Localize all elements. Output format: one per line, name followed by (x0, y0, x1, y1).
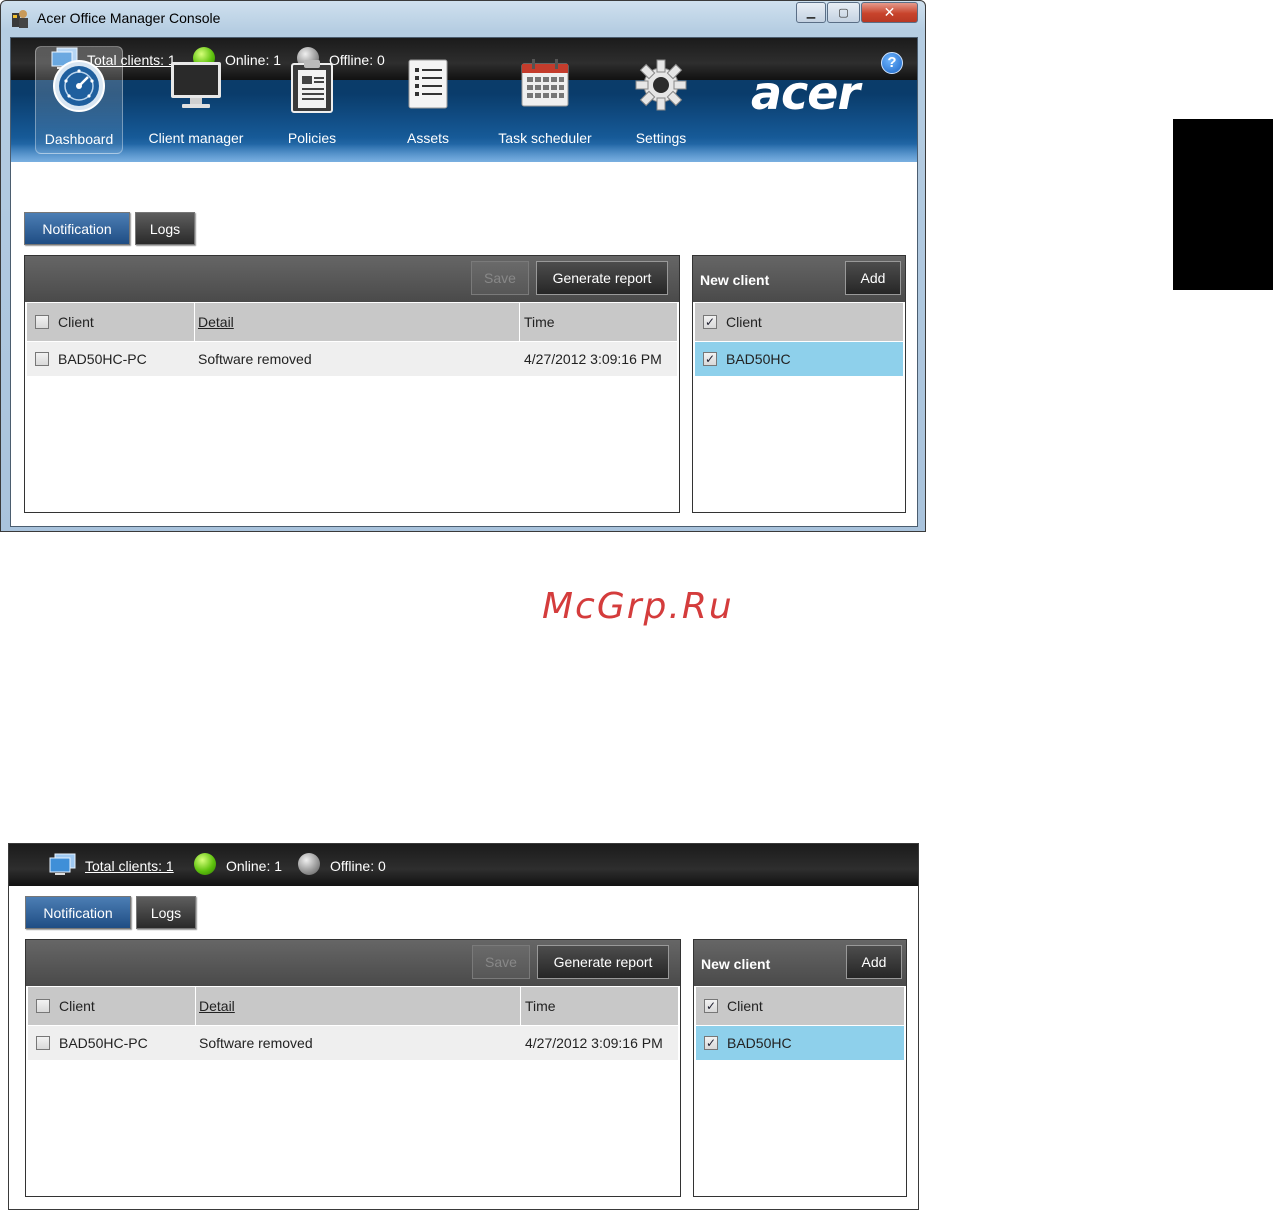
maximize-button[interactable]: ▢ (827, 2, 860, 23)
nav-policies[interactable]: Policies (268, 46, 356, 154)
row-client: BAD50HC-PC (58, 351, 147, 367)
column-header-detail[interactable]: Detail (199, 987, 235, 1025)
select-all-checkbox[interactable]: ✓ (703, 315, 717, 329)
list-item[interactable]: ✓ BAD50HC (696, 1026, 904, 1060)
save-button[interactable]: Save (471, 261, 529, 295)
row-checkbox[interactable]: ✓ (704, 1036, 718, 1050)
minimize-button[interactable]: ▁ (796, 2, 826, 23)
row-time: 4/27/2012 3:09:16 PM (524, 351, 662, 367)
notification-table-header: Client Detail Time (28, 987, 678, 1025)
nav-settings-label: Settings (635, 130, 687, 146)
tab-notification[interactable]: Notification (24, 212, 130, 245)
window-title: Acer Office Manager Console (37, 10, 221, 26)
close-icon: ✕ (883, 4, 896, 20)
nav-policies-label: Policies (287, 130, 337, 146)
column-separator (195, 987, 196, 1025)
nav-settings[interactable]: Settings (617, 46, 705, 154)
new-client-name: BAD50HC (727, 1035, 792, 1051)
nav-client-manager-label: Client manager (148, 130, 244, 146)
online-count: Online: 1 (226, 858, 283, 874)
row-time: 4/27/2012 3:09:16 PM (525, 1035, 663, 1051)
title-bar: Acer Office Manager Console ▁ ▢ ✕ (1, 1, 925, 35)
maximize-icon: ▢ (838, 7, 849, 19)
nav-dashboard[interactable]: Dashboard (35, 46, 123, 154)
select-all-checkbox[interactable]: ✓ (704, 999, 718, 1013)
column-header-client[interactable]: Client (59, 987, 95, 1025)
new-client-table-header: ✓ Client (695, 303, 903, 341)
new-client-panel: New client Add ✓ Client ✓ BAD50HC (692, 255, 906, 513)
nav-task-scheduler[interactable]: Task scheduler (498, 46, 592, 154)
row-checkbox[interactable] (36, 1036, 50, 1050)
help-button[interactable]: ? (881, 52, 903, 74)
generate-report-button[interactable]: Generate report (537, 945, 669, 979)
assets-icon (408, 59, 448, 109)
nav-client-manager[interactable]: Client manager (149, 46, 243, 154)
new-client-title: New client (700, 272, 770, 288)
row-detail: Software removed (198, 351, 312, 367)
notification-toolbar: Save Generate report (25, 256, 679, 302)
tab-logs[interactable]: Logs (136, 896, 196, 929)
new-client-toolbar: New client Add (694, 940, 906, 986)
new-client-title: New client (701, 956, 771, 972)
new-client-panel: New client Add ✓ Client ✓ BAD50HC (693, 939, 907, 1197)
nav-assets-label: Assets (406, 130, 449, 146)
tab-logs[interactable]: Logs (135, 212, 195, 245)
table-row[interactable]: BAD50HC-PC Software removed 4/27/2012 3:… (28, 1026, 678, 1060)
new-client-table-header: ✓ Client (696, 987, 904, 1025)
list-item[interactable]: ✓ BAD50HC (695, 342, 903, 376)
save-button[interactable]: Save (472, 945, 530, 979)
notification-panel: Save Generate report Client Detail Time … (25, 939, 681, 1197)
notification-toolbar: Save Generate report (26, 940, 680, 986)
close-button[interactable]: ✕ (861, 2, 918, 23)
column-header-client[interactable]: Client (726, 303, 762, 341)
minimize-icon: ▁ (806, 7, 816, 19)
table-row[interactable]: BAD50HC-PC Software removed 4/27/2012 3:… (27, 342, 677, 376)
help-icon: ? (887, 54, 897, 71)
policies-icon (291, 60, 333, 113)
acer-logo: acer (751, 66, 860, 120)
tab-notification[interactable]: Notification (25, 896, 131, 929)
row-checkbox[interactable] (35, 352, 49, 366)
new-client-toolbar: New client Add (693, 256, 905, 302)
add-client-button[interactable]: Add (846, 945, 902, 979)
add-client-button[interactable]: Add (845, 261, 901, 295)
row-client: BAD50HC-PC (59, 1035, 148, 1051)
window-content: Dashboard Client manager Policies Assets… (10, 37, 918, 527)
clients-icon (49, 853, 76, 875)
offline-count: Offline: 0 (330, 858, 386, 874)
column-header-client[interactable]: Client (727, 987, 763, 1025)
dashboard-icon (53, 60, 105, 112)
column-separator (194, 303, 195, 341)
column-header-time[interactable]: Time (524, 303, 555, 341)
nav-dashboard-label: Dashboard (44, 131, 114, 147)
column-header-client[interactable]: Client (58, 303, 94, 341)
monitor-icon (171, 62, 221, 108)
column-separator (519, 303, 520, 341)
select-all-checkbox[interactable] (35, 315, 49, 329)
column-separator (520, 987, 521, 1025)
row-checkbox[interactable]: ✓ (703, 352, 717, 366)
column-header-time[interactable]: Time (525, 987, 556, 1025)
watermark: McGrp.Ru (542, 586, 734, 627)
total-clients-link[interactable]: Total clients: 1 (85, 858, 174, 874)
new-client-name: BAD50HC (726, 351, 791, 367)
column-header-detail[interactable]: Detail (198, 303, 234, 341)
gear-icon (635, 59, 687, 111)
online-status-icon (194, 853, 216, 875)
nav-assets[interactable]: Assets (384, 46, 472, 154)
notification-table-header: Client Detail Time (27, 303, 677, 341)
status-bar: Total clients: 1 Online: 1 Offline: 0 (9, 844, 918, 886)
cropped-window: Total clients: 1 Online: 1 Offline: 0 No… (8, 843, 919, 1210)
offline-status-icon (298, 853, 320, 875)
select-all-checkbox[interactable] (36, 999, 50, 1013)
nav-task-scheduler-label: Task scheduler (498, 130, 592, 146)
app-icon (12, 10, 28, 28)
page-edge-tab (1173, 119, 1273, 290)
generate-report-button[interactable]: Generate report (536, 261, 668, 295)
notification-panel: Save Generate report Client Detail Time … (24, 255, 680, 513)
app-window: Acer Office Manager Console ▁ ▢ ✕ Dashbo… (0, 0, 926, 532)
row-detail: Software removed (199, 1035, 313, 1051)
calendar-icon (521, 59, 569, 107)
